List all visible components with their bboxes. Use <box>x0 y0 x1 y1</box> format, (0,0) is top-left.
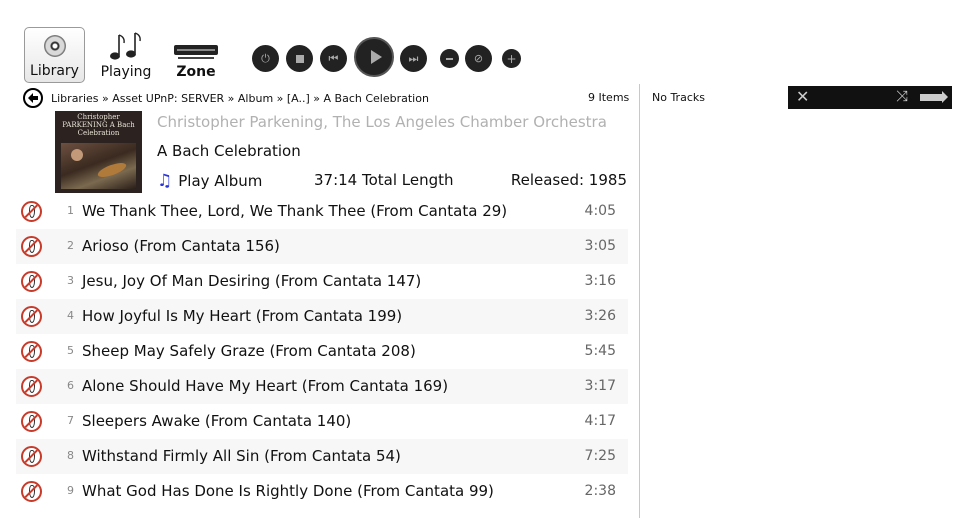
volume-down-icon <box>446 57 453 60</box>
track-title[interactable]: Withstand Firmly All Sin (From Cantata 5… <box>82 447 401 465</box>
album-title: A Bach Celebration <box>157 142 301 160</box>
track-duration: 3:05 <box>584 238 616 254</box>
track-row[interactable]: 4 How Joyful Is My Heart (From Cantata 19… <box>16 299 628 334</box>
track-duration: 4:05 <box>584 203 616 219</box>
breadcrumb[interactable]: Libraries » Asset UPnP: SERVER » Album »… <box>51 92 429 105</box>
cannot-play-icon <box>21 341 42 362</box>
track-row[interactable]: 6 Alone Should Have My Heart (From Cantat… <box>16 369 628 404</box>
back-arrow-icon <box>28 93 38 103</box>
track-number: 7 <box>67 414 74 427</box>
next-track-icon: ⏭ <box>408 51 419 65</box>
music-note-icon: ♫ <box>157 171 173 191</box>
library-label: Library <box>30 63 79 79</box>
playing-label: Playing <box>100 64 152 80</box>
track-duration: 4:17 <box>584 413 616 429</box>
zone-button[interactable]: Zone <box>165 27 227 83</box>
track-duration: 2:38 <box>584 483 616 499</box>
track-title[interactable]: What God Has Done Is Rightly Done (From … <box>82 482 494 500</box>
close-icon[interactable]: ✕ <box>796 87 809 106</box>
playing-button[interactable]: Playing <box>96 27 156 83</box>
track-number: 8 <box>67 449 74 462</box>
cannot-play-icon <box>21 201 42 222</box>
track-list: 1 We Thank Thee, Lord, We Thank Thee (Fro… <box>16 194 628 509</box>
items-count: 9 Items <box>588 91 630 104</box>
track-duration: 3:26 <box>584 308 616 324</box>
previous-track-icon: ⏮ <box>328 51 339 65</box>
arrow-right-icon[interactable] <box>920 91 948 103</box>
power-button[interactable]: ⏻ <box>252 45 279 72</box>
cannot-play-icon <box>21 236 42 257</box>
track-number: 5 <box>67 344 74 357</box>
track-row[interactable]: 2 Arioso (From Cantata 156) 3:05 <box>16 229 628 264</box>
queue-status: No Tracks <box>652 91 705 104</box>
stop-button[interactable] <box>286 45 313 72</box>
album-cover-text: Christopher PARKENING A Bach Celebration <box>62 113 135 137</box>
cannot-play-icon <box>21 446 42 467</box>
next-track-button[interactable]: ⏭ <box>400 45 427 72</box>
track-row[interactable]: 1 We Thank Thee, Lord, We Thank Thee (Fro… <box>16 194 628 229</box>
pane-divider <box>639 84 640 518</box>
back-button[interactable] <box>23 88 43 108</box>
cannot-play-icon <box>21 306 42 327</box>
album-cover[interactable]: Christopher PARKENING A Bach Celebration <box>55 111 142 193</box>
play-album-button[interactable]: ♫ Play Album <box>157 171 262 191</box>
track-row[interactable]: 3 Jesu, Joy Of Man Desiring (From Cantata… <box>16 264 628 299</box>
mute-icon: ⊘ <box>473 52 484 65</box>
play-button[interactable] <box>354 37 394 77</box>
zone-device-icon <box>174 45 218 59</box>
queue-toolbar: ✕ ⤨ <box>788 86 952 109</box>
play-icon <box>370 50 382 64</box>
track-title[interactable]: Alone Should Have My Heart (From Cantata… <box>82 377 448 395</box>
track-number: 9 <box>67 484 74 497</box>
album-cover-art <box>61 143 136 189</box>
track-duration: 3:16 <box>584 273 616 289</box>
track-title[interactable]: Arioso (From Cantata 156) <box>82 237 280 255</box>
volume-up-button[interactable]: + <box>502 49 521 68</box>
track-duration: 5:45 <box>584 343 616 359</box>
track-title[interactable]: We Thank Thee, Lord, We Thank Thee (From… <box>82 202 507 220</box>
total-length: 37:14 Total Length <box>314 171 454 189</box>
track-number: 6 <box>67 379 74 392</box>
track-number: 2 <box>67 239 74 252</box>
zone-label: Zone <box>176 64 216 80</box>
library-button[interactable]: Library <box>24 27 85 83</box>
track-row[interactable]: 5 Sheep May Safely Graze (From Cantata 20… <box>16 334 628 369</box>
track-duration: 7:25 <box>584 448 616 464</box>
release-year: Released: 1985 <box>510 171 627 189</box>
track-number: 1 <box>67 204 74 217</box>
track-title[interactable]: How Joyful Is My Heart (From Cantata 199… <box>82 307 402 325</box>
track-title[interactable]: Sheep May Safely Graze (From Cantata 208… <box>82 342 416 360</box>
track-row[interactable]: 9 What God Has Done Is Rightly Done (From… <box>16 474 628 509</box>
cd-disc-icon <box>44 35 66 57</box>
track-duration: 3:17 <box>584 378 616 394</box>
album-artist[interactable]: Christopher Parkening, The Los Angeles C… <box>157 113 607 131</box>
music-notes-icon <box>110 32 141 60</box>
previous-track-button[interactable]: ⏮ <box>320 45 347 72</box>
volume-down-button[interactable] <box>440 49 459 68</box>
volume-up-icon: + <box>506 51 517 66</box>
track-title[interactable]: Jesu, Joy Of Man Desiring (From Cantata … <box>82 272 421 290</box>
play-album-label: Play Album <box>178 172 263 190</box>
cannot-play-icon <box>21 481 42 502</box>
track-row[interactable]: 8 Withstand Firmly All Sin (From Cantata … <box>16 439 628 474</box>
track-title[interactable]: Sleepers Awake (From Cantata 140) <box>82 412 351 430</box>
cannot-play-icon <box>21 376 42 397</box>
track-number: 4 <box>67 309 74 322</box>
cannot-play-icon <box>21 271 42 292</box>
shuffle-icon[interactable]: ⤨ <box>896 87 908 105</box>
stop-icon <box>295 54 304 63</box>
track-row[interactable]: 7 Sleepers Awake (From Cantata 140) 4:17 <box>16 404 628 439</box>
mute-button[interactable]: ⊘ <box>465 45 492 72</box>
track-number: 3 <box>67 274 74 287</box>
cannot-play-icon <box>21 411 42 432</box>
power-icon: ⏻ <box>261 51 270 65</box>
